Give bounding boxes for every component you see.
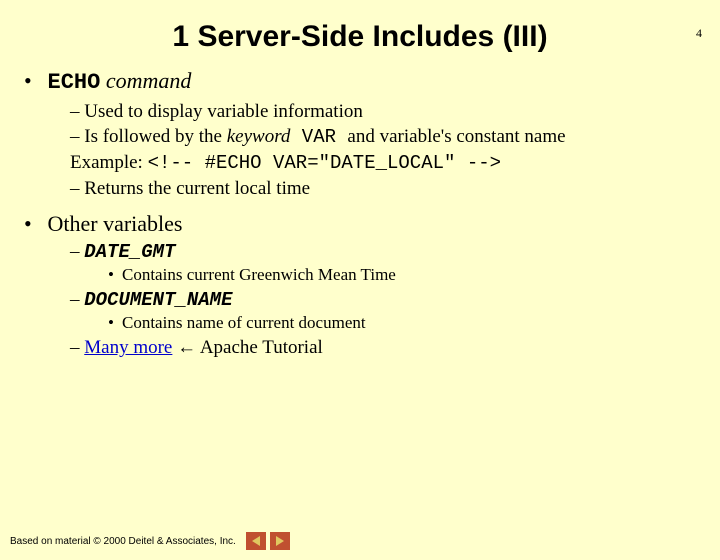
footer: Based on material © 2000 Deitel & Associ… [10,532,290,550]
bullet-other: • Other variables [24,211,696,237]
dash: – [70,337,84,358]
echo-details: – Used to display variable information –… [24,99,696,201]
triangle-left-icon [252,536,260,546]
next-button[interactable] [270,532,290,550]
sub2-pre: – Is followed by the [70,126,227,147]
nav-buttons [246,532,290,550]
ex-code: <!-- #ECHO VAR="DATE_LOCAL" --> [148,152,501,174]
slide-content: • ECHO command – Used to display variabl… [0,68,720,359]
var-name: DOCUMENT_NAME [84,289,232,311]
echo-sub2: – Is followed by the keyword VAR and var… [70,124,696,150]
prev-button[interactable] [246,532,266,550]
sub2-post: and variable's constant name [347,126,565,147]
bullet-dot: • [24,68,42,94]
var-document-name: – DOCUMENT_NAME [24,289,696,311]
var-name: DATE_GMT [84,241,175,263]
other-label: Other variables [48,211,183,236]
triangle-right-icon [276,536,284,546]
echo-sub1: – Used to display variable information [70,99,696,124]
echo-rest: command [100,68,191,93]
bullet-dot: • [108,265,122,285]
dash: – [70,241,84,262]
dash: – [70,289,84,310]
echo-example: Example: <!-- #ECHO VAR="DATE_LOCAL" --> [70,150,696,176]
footer-text: Based on material © 2000 Deitel & Associ… [10,536,236,547]
sub2-kw: keyword [227,126,291,147]
var-many-more: – Many more ← Apache Tutorial [24,337,696,359]
desc-text: Contains current Greenwich Mean Time [122,265,396,284]
page-number: 4 [696,26,702,41]
sub2-code: VAR [290,126,347,148]
var-document-name-desc: •Contains name of current document [24,313,696,333]
var-date-gmt-desc: •Contains current Greenwich Mean Time [24,265,696,285]
bullet-dot: • [108,313,122,333]
many-more-link[interactable]: Many more [84,337,172,358]
bullet-dot: • [24,211,42,237]
desc-text: Contains name of current document [122,313,366,332]
var-date-gmt: – DATE_GMT [24,241,696,263]
echo-sub3: – Returns the current local time [70,176,696,201]
ex-label: Example: [70,152,148,173]
arrow-text: ← Apache Tutorial [172,337,322,358]
slide-title: 1 Server-Side Includes (III) [0,20,720,54]
bullet-echo: • ECHO command [24,68,696,95]
echo-keyword: ECHO [48,70,101,95]
